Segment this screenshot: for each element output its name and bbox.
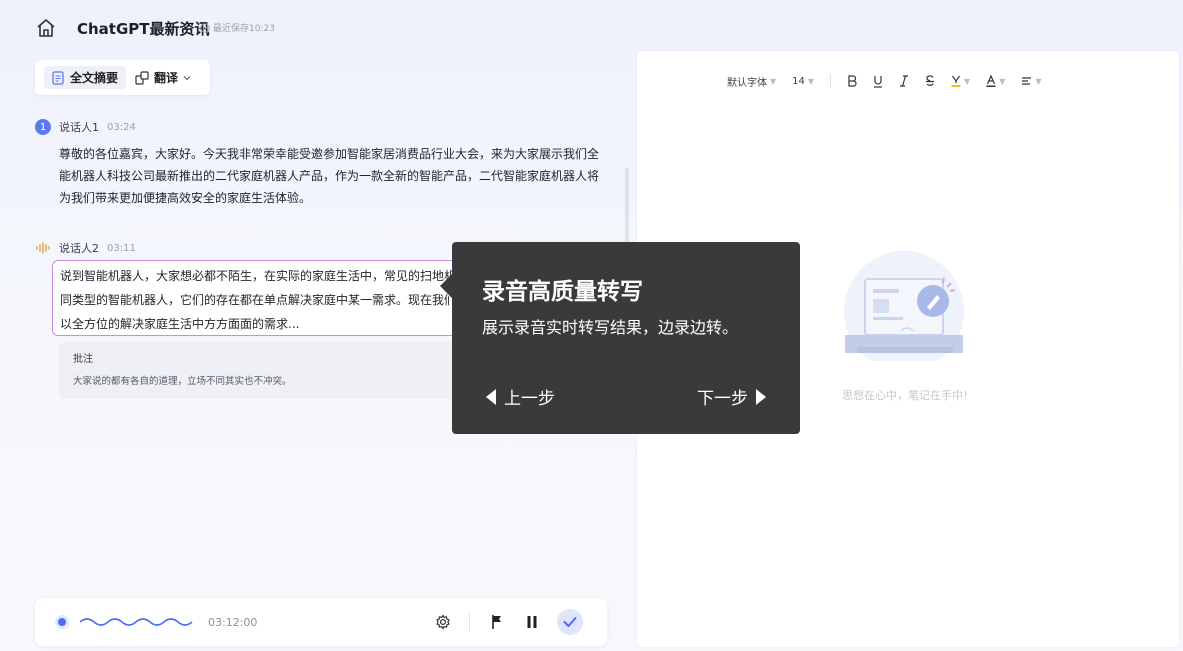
italic-button[interactable]: [899, 75, 909, 87]
text-color-button[interactable]: ▼: [986, 75, 1005, 87]
recording-player: 03:12:00: [35, 598, 607, 646]
home-icon[interactable]: [36, 18, 56, 38]
speaker-header: 1 说话人1 03:24: [35, 119, 136, 135]
highlight-icon: [951, 75, 961, 87]
translate-label: 翻译: [154, 71, 179, 85]
triangle-left-icon: [486, 388, 496, 405]
check-icon: [563, 617, 577, 627]
audio-wave-icon: [36, 242, 50, 254]
caret-down-icon: ▼: [1035, 76, 1042, 86]
document-icon: [52, 70, 64, 85]
font-family-value: 默认字体: [727, 77, 767, 89]
flag-icon[interactable]: [490, 614, 504, 630]
previous-step-label: 上一步: [504, 389, 555, 409]
transcript-toolbar: 全文摘要 翻译: [35, 60, 210, 95]
bold-button[interactable]: [847, 75, 857, 87]
tooltip-arrow: [440, 274, 452, 298]
next-step-button[interactable]: 下一步: [697, 384, 766, 409]
translate-button[interactable]: 翻译: [135, 66, 191, 89]
strikethrough-button[interactable]: [925, 75, 935, 87]
document-title[interactable]: ChatGPT最新资讯: [77, 18, 210, 39]
font-family-select[interactable]: 默认字体 ▼: [727, 74, 776, 89]
tooltip-description: 展示录音实时转写结果，边录边转。: [482, 318, 739, 337]
speaker-header: 说话人2 03:11: [35, 240, 136, 256]
underline-icon: [874, 75, 883, 88]
caret-down-icon: ▼: [770, 76, 777, 86]
toolbar-divider: [469, 612, 470, 632]
waveform-icon: [80, 618, 193, 626]
summary-button[interactable]: 全文摘要: [44, 66, 126, 89]
recording-indicator: [58, 618, 66, 626]
empty-notes-illustration: [844, 251, 964, 361]
caret-down-icon: ▼: [964, 76, 971, 86]
speaker-name[interactable]: 说话人2: [59, 240, 99, 256]
underline-button[interactable]: [873, 75, 883, 88]
italic-icon: [900, 75, 909, 87]
previous-step-button[interactable]: 上一步: [486, 384, 555, 409]
caret-down-icon: ▼: [999, 76, 1006, 86]
recording-duration: 03:12:00: [208, 616, 258, 629]
tooltip-title: 录音高质量转写: [482, 279, 643, 305]
top-bar: ChatGPT最新资讯 最近保存10:23: [0, 0, 1183, 56]
triangle-right-icon: [756, 388, 766, 405]
transcript-scrollbar[interactable]: [625, 168, 629, 248]
font-size-select[interactable]: 14 ▼: [792, 76, 814, 87]
speaker-name[interactable]: 说话人1: [59, 119, 99, 135]
summary-label: 全文摘要: [70, 71, 119, 85]
editor-toolbar: 默认字体 ▼ 14 ▼ ▼ ▼ ▼: [727, 71, 1058, 91]
check-circle-icon: [200, 22, 210, 33]
speaker-timestamp[interactable]: 03:11: [107, 243, 136, 254]
strikethrough-icon: [926, 75, 935, 86]
text-color-icon: [986, 75, 996, 87]
transcript-paragraph[interactable]: 尊敬的各位嘉宾，大家好。今天我非常荣幸能受邀参加智能家居消费品行业大会，来为大家…: [59, 143, 609, 209]
speaker-index-badge: 1: [35, 119, 51, 135]
onboarding-tooltip: 录音高质量转写 展示录音实时转写结果，边录边转。 上一步 下一步: [440, 242, 800, 434]
pause-icon[interactable]: [525, 615, 539, 629]
highlight-button[interactable]: ▼: [951, 75, 970, 87]
align-button[interactable]: ▼: [1021, 76, 1042, 86]
font-size-value: 14: [792, 75, 805, 87]
speaker-timestamp[interactable]: 03:24: [107, 122, 136, 133]
next-step-label: 下一步: [697, 389, 748, 409]
save-status-text: 最近保存10:23: [213, 24, 275, 34]
caret-down-icon: ▼: [807, 76, 815, 86]
finish-button[interactable]: [557, 609, 583, 635]
align-left-icon: [1022, 77, 1032, 85]
toolbar-divider: [830, 74, 832, 88]
gear-icon[interactable]: [435, 614, 451, 630]
bold-icon: [848, 75, 857, 87]
save-status: 最近保存10:23: [200, 21, 275, 34]
translate-icon: [135, 70, 149, 85]
chevron-down-icon: [183, 75, 191, 80]
